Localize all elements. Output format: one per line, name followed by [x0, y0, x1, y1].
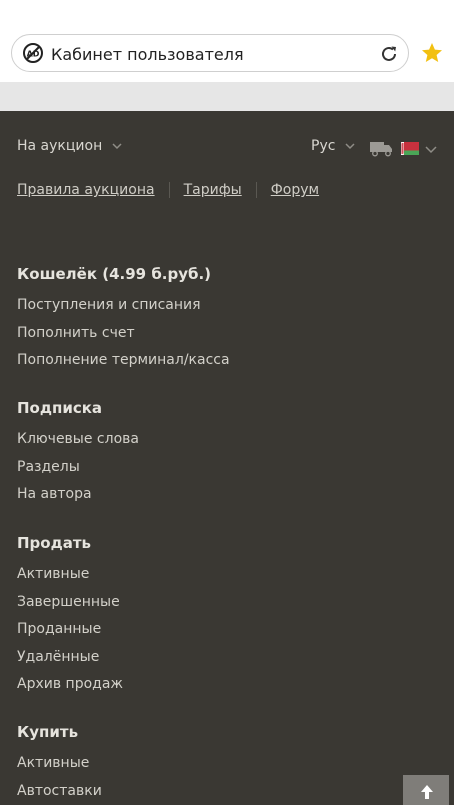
- chevron-down-icon[interactable]: [344, 140, 356, 152]
- ad-block-icon[interactable]: AD: [23, 43, 43, 63]
- section-title-buy: Купить: [17, 723, 79, 741]
- subscription-section: Подписка Ключевые слова Разделы На автор…: [17, 398, 139, 504]
- buy-section: Купить Активные Автоставки: [17, 722, 102, 801]
- menu-item-by-author[interactable]: На автора: [17, 484, 139, 504]
- page-gap-bar: [0, 82, 454, 111]
- menu-item-deleted[interactable]: Удалённые: [17, 647, 123, 667]
- scroll-to-top-button[interactable]: [403, 775, 449, 805]
- divider: [255, 182, 257, 198]
- section-title-sell: Продать: [17, 534, 92, 552]
- auction-menu[interactable]: На аукцион: [17, 138, 123, 158]
- menu-item-sold[interactable]: Проданные: [17, 619, 123, 639]
- menu-item-buy-active[interactable]: Активные: [17, 753, 102, 773]
- arrow-up-icon-stem: [425, 791, 429, 799]
- sell-section: Продать Активные Завершенные Проданные У…: [17, 533, 123, 694]
- menu-item-transactions[interactable]: Поступления и списания: [17, 295, 230, 315]
- menu-item-categories[interactable]: Разделы: [17, 457, 139, 477]
- auction-menu-label[interactable]: На аукцион: [17, 138, 102, 154]
- chevron-down-icon[interactable]: [424, 143, 438, 155]
- section-title-subscription: Подписка: [17, 399, 103, 417]
- link-tariffs[interactable]: Тарифы: [184, 182, 242, 198]
- address-bar[interactable]: AD Кабинет пользователя: [11, 34, 409, 72]
- link-forum[interactable]: Форум: [271, 182, 319, 198]
- language-label[interactable]: Рус: [311, 138, 335, 154]
- menu-item-autobids[interactable]: Автоставки: [17, 781, 102, 801]
- chevron-down-icon[interactable]: [111, 140, 123, 152]
- link-auction-rules[interactable]: Правила аукциона: [17, 182, 155, 198]
- menu-item-keywords[interactable]: Ключевые слова: [17, 429, 139, 449]
- wallet-section: Кошелёк (4.99 б.руб.) Поступления и спис…: [17, 264, 230, 370]
- menu-item-sell-active[interactable]: Активные: [17, 564, 123, 584]
- menu-item-sales-archive[interactable]: Архив продаж: [17, 674, 123, 694]
- menu-item-terminal-top-up[interactable]: Пополнение терминал/касса: [17, 350, 230, 370]
- star-icon[interactable]: [420, 41, 444, 65]
- address-text[interactable]: Кабинет пользователя: [51, 45, 244, 64]
- divider: [168, 182, 170, 198]
- browser-toolbar: AD Кабинет пользователя: [0, 0, 454, 82]
- menu-item-sell-completed[interactable]: Завершенные: [17, 592, 123, 612]
- truck-icon[interactable]: [369, 139, 393, 157]
- info-links: Правила аукциона Тарифы Форум: [17, 182, 319, 198]
- language-selector[interactable]: Рус: [311, 138, 356, 154]
- belarus-flag-icon[interactable]: [401, 142, 419, 155]
- section-title-wallet: Кошелёк (4.99 б.руб.): [17, 265, 212, 283]
- reload-icon[interactable]: [378, 43, 400, 65]
- menu-item-top-up[interactable]: Пополнить счет: [17, 323, 230, 343]
